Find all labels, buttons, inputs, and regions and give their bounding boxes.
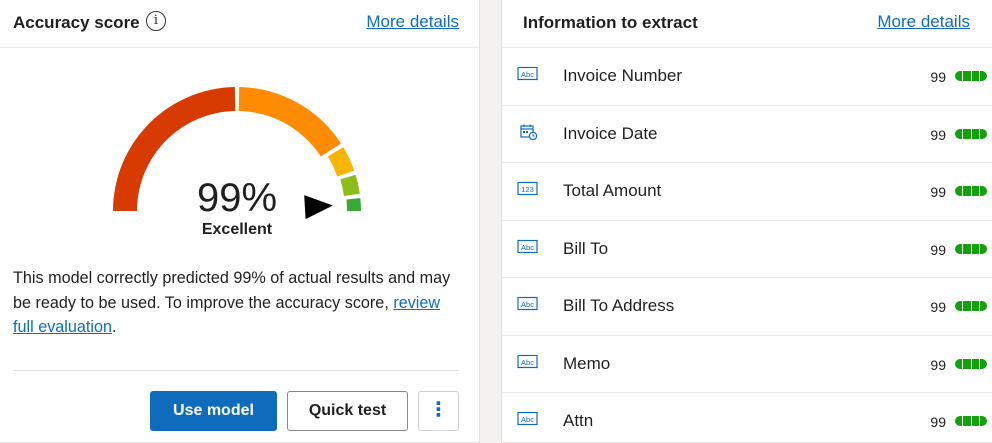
extract-card-header: Information to extract More details bbox=[502, 0, 992, 48]
confidence-bar-segment bbox=[979, 243, 987, 254]
confidence-bar-segment bbox=[971, 71, 979, 81]
confidence-bar bbox=[955, 416, 987, 426]
confidence-bar-segment bbox=[955, 243, 963, 254]
text-field-icon: Abc bbox=[517, 239, 538, 253]
text-field-icon: Abc bbox=[517, 411, 538, 426]
accuracy-description-text: This model correctly predicted 99% of ac… bbox=[13, 269, 451, 312]
confidence-bar-segment bbox=[971, 186, 979, 196]
field-score: 99 bbox=[930, 414, 946, 430]
quick-test-button[interactable]: Quick test bbox=[287, 391, 408, 431]
confidence-bar-segment bbox=[955, 186, 963, 196]
accuracy-description: This model correctly predicted 99% of ac… bbox=[13, 266, 463, 340]
accuracy-more-details-link[interactable]: More details bbox=[366, 12, 459, 32]
field-row[interactable]: Abc Bill To Address 99 bbox=[502, 278, 992, 336]
confidence-bar-segment bbox=[979, 71, 987, 81]
confidence-bar-segment bbox=[955, 416, 963, 426]
field-score: 99 bbox=[930, 69, 946, 85]
confidence-bar-segment bbox=[979, 301, 987, 311]
field-row[interactable]: Abc Memo 99 bbox=[502, 336, 992, 393]
confidence-bar bbox=[955, 128, 987, 139]
svg-text:Abc: Abc bbox=[521, 357, 534, 366]
confidence-bar bbox=[955, 71, 987, 81]
use-model-button[interactable]: Use model bbox=[150, 391, 277, 431]
confidence-bar-segment bbox=[971, 416, 979, 426]
confidence-bar-segment bbox=[971, 358, 979, 369]
svg-text:Abc: Abc bbox=[521, 415, 534, 424]
confidence-bar-segment bbox=[955, 301, 963, 311]
field-name: Bill To Address bbox=[563, 296, 675, 315]
svg-text:Abc: Abc bbox=[521, 70, 534, 79]
field-score: 99 bbox=[930, 126, 946, 143]
confidence-bar-segment bbox=[963, 186, 971, 196]
divider bbox=[13, 370, 459, 371]
field-row[interactable]: Abc Invoice Number 99 bbox=[502, 48, 992, 106]
field-name: Invoice Number bbox=[563, 66, 683, 85]
field-list: Abc Invoice Number 99 Invoice Date 99 123 Tota… bbox=[502, 48, 992, 443]
accuracy-rating: Excellent bbox=[201, 221, 273, 238]
confidence-bar-segment bbox=[971, 243, 979, 254]
confidence-bar-segment bbox=[979, 416, 987, 426]
confidence-bar bbox=[955, 186, 987, 196]
description-end: . bbox=[112, 318, 117, 336]
svg-text:123: 123 bbox=[521, 185, 534, 194]
confidence-bar-segment bbox=[971, 128, 979, 139]
accuracy-card-header: Accuracy score i More details bbox=[0, 0, 479, 48]
confidence-bar-segment bbox=[971, 301, 979, 311]
confidence-bar bbox=[955, 358, 987, 369]
gauge-segment bbox=[346, 198, 361, 211]
extract-title: Information to extract bbox=[523, 13, 698, 32]
accuracy-score-card: Accuracy score i More details 99% Excell… bbox=[0, 0, 480, 443]
field-row[interactable]: Invoice Date 99 bbox=[502, 106, 992, 163]
calendar-clock-icon bbox=[520, 124, 538, 140]
gauge-segment bbox=[238, 87, 341, 157]
field-score: 99 bbox=[930, 356, 946, 373]
field-name: Attn bbox=[563, 411, 594, 430]
svg-text:Abc: Abc bbox=[521, 242, 534, 251]
text-field-icon: Abc bbox=[517, 354, 538, 368]
text-field-icon: Abc bbox=[517, 296, 538, 311]
field-name: Total Amount bbox=[563, 181, 662, 200]
confidence-bar-segment bbox=[963, 128, 971, 139]
confidence-bar-segment bbox=[963, 301, 971, 311]
confidence-bar-segment bbox=[963, 243, 971, 254]
confidence-bar-segment bbox=[955, 358, 963, 369]
number-field-icon: 123 bbox=[517, 181, 538, 196]
confidence-bar-segment bbox=[979, 186, 987, 196]
confidence-bar-segment bbox=[955, 71, 963, 81]
confidence-bar-segment bbox=[979, 128, 987, 139]
field-row[interactable]: Abc Bill To 99 bbox=[502, 221, 992, 278]
field-score: 99 bbox=[930, 299, 946, 315]
field-name: Bill To bbox=[563, 238, 609, 258]
field-name: Memo bbox=[563, 353, 611, 373]
confidence-bar-segment bbox=[979, 358, 987, 369]
text-field-icon: Abc bbox=[517, 66, 538, 81]
gauge-segment bbox=[340, 174, 360, 196]
confidence-bar-segment bbox=[955, 128, 963, 139]
field-score: 99 bbox=[930, 241, 946, 258]
accuracy-score-value: 99% bbox=[196, 176, 278, 220]
field-row[interactable]: 123 Total Amount 99 bbox=[502, 163, 992, 221]
accuracy-title: Accuracy score bbox=[13, 13, 140, 32]
confidence-bar bbox=[955, 243, 987, 254]
field-row[interactable]: Abc Attn 99 bbox=[502, 393, 992, 443]
confidence-bar-segment bbox=[963, 416, 971, 426]
confidence-bar-segment bbox=[963, 71, 971, 81]
confidence-bar bbox=[955, 301, 987, 311]
svg-text:Abc: Abc bbox=[521, 300, 534, 309]
information-to-extract-card: Information to extract More details Abc I… bbox=[501, 0, 992, 443]
extract-more-details-link[interactable]: More details bbox=[877, 12, 970, 32]
field-name: Invoice Date bbox=[563, 123, 658, 143]
confidence-bar-segment bbox=[963, 358, 971, 369]
field-score: 99 bbox=[930, 184, 946, 200]
info-icon[interactable]: i bbox=[146, 11, 166, 31]
gauge-segment bbox=[327, 147, 355, 177]
more-options-button[interactable]: ⋮ bbox=[418, 391, 459, 431]
